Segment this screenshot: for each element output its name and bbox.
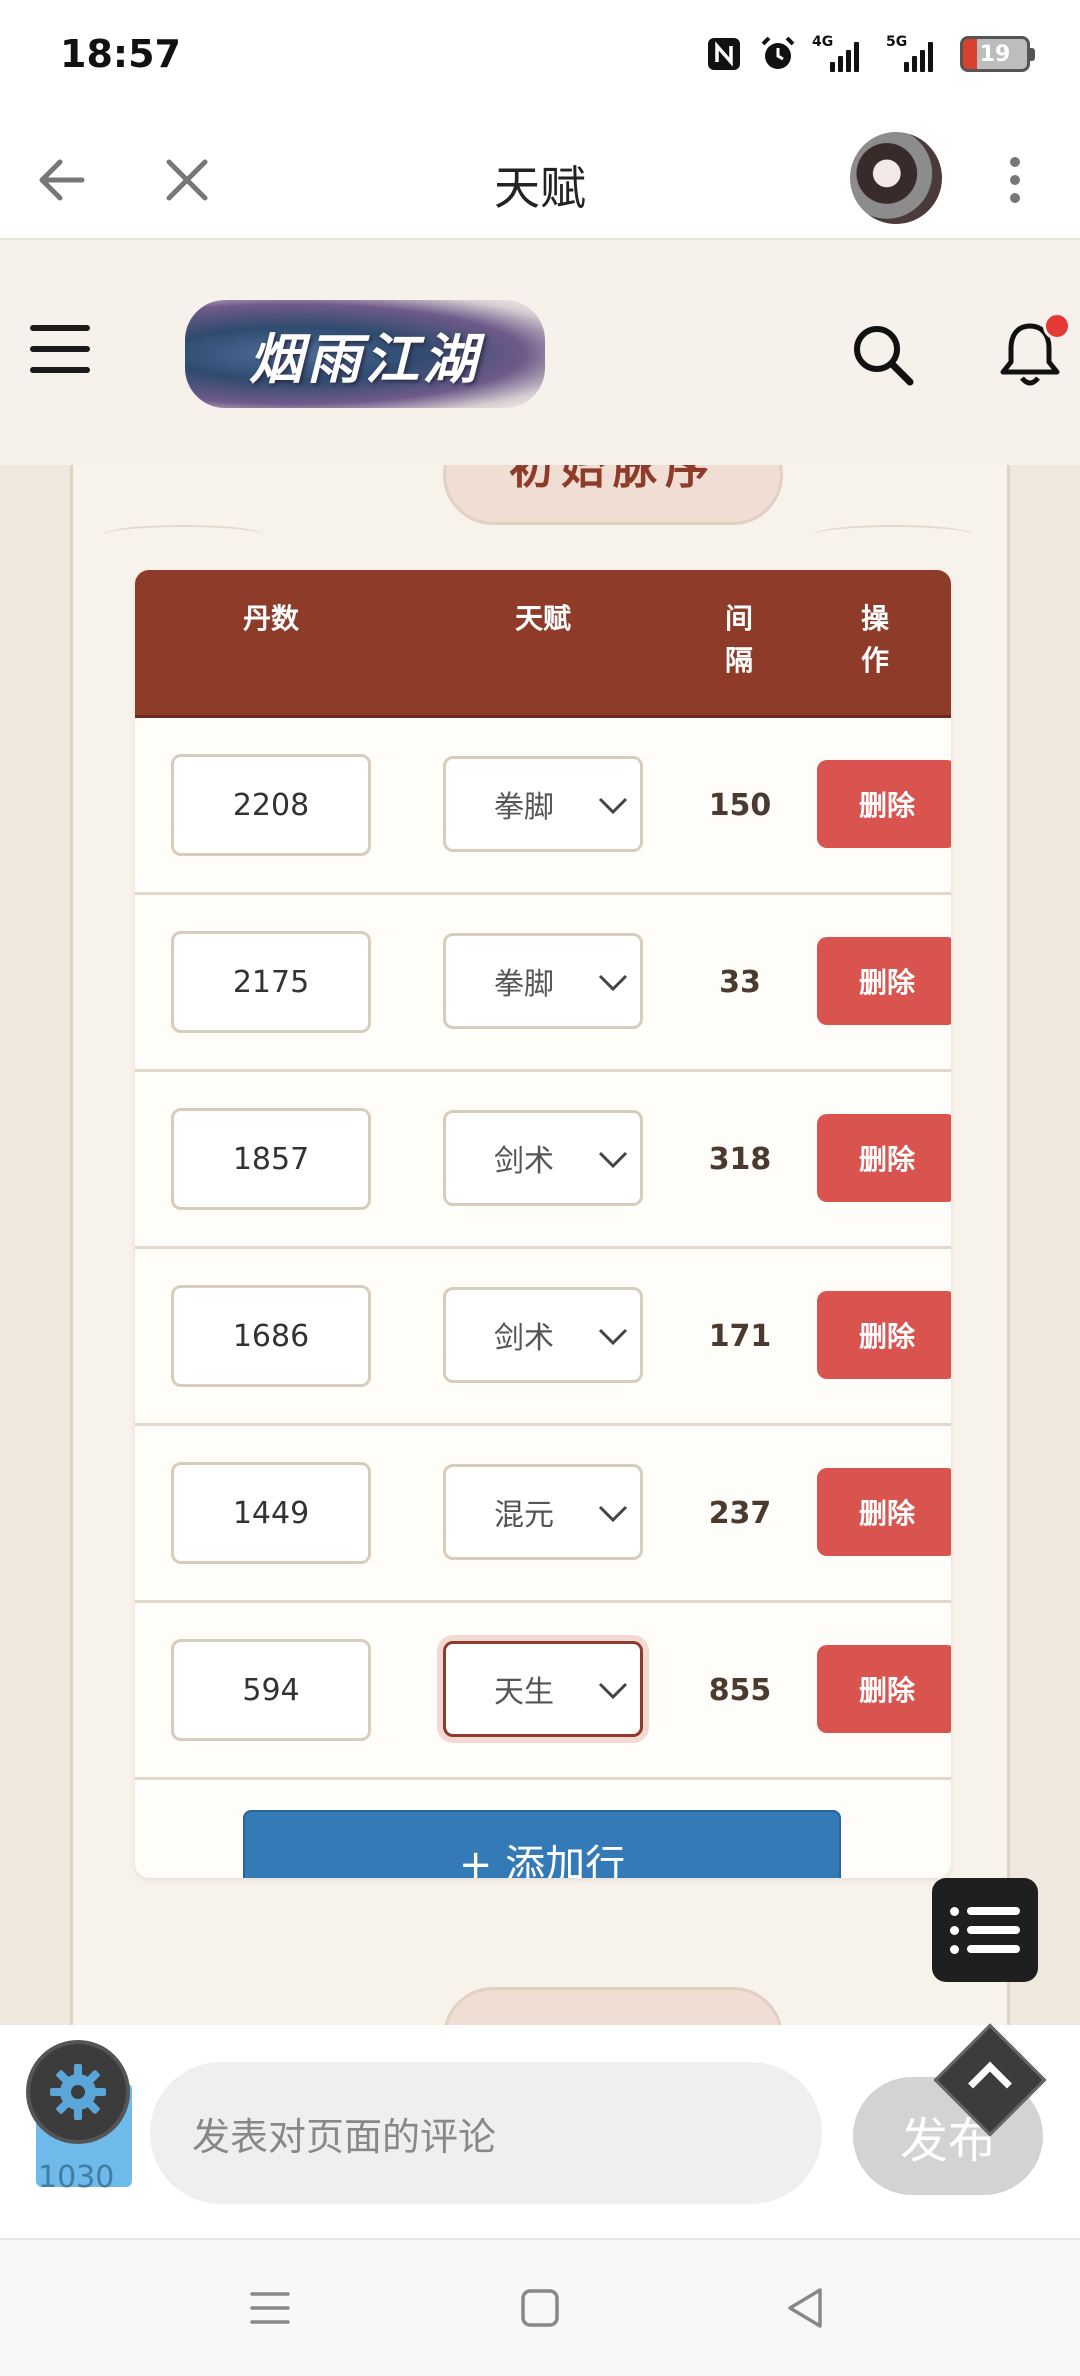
table-row: 1686 剑术 171 删除 [135,1249,951,1426]
talent-select[interactable]: 拳脚 [443,933,643,1029]
table-header: 丹数 天赋 间 隔 操 作 [135,570,951,718]
list-menu-button[interactable] [932,1878,1038,1982]
chevron-down-icon [598,1682,628,1700]
add-row-button[interactable]: + 添加行 [243,1810,841,1878]
dan-input[interactable]: 1686 [171,1285,371,1387]
app-bar: 天赋 [0,118,1080,240]
chevron-down-icon [598,1151,628,1169]
hamburger-menu-icon[interactable] [30,325,90,377]
dan-input[interactable]: 2208 [171,754,371,856]
chevron-down-icon [598,797,628,815]
delete-button[interactable]: 删除 [817,937,951,1025]
section-title-tab: 初始脉序 [443,465,783,525]
status-bar: 18:57 4G 5G 19 [0,0,1080,118]
chevron-down-icon [598,1505,628,1523]
site-logo[interactable]: 烟雨江湖 [185,300,545,408]
talent-value: 天生 [494,1675,554,1710]
delete-button[interactable]: 删除 [817,1114,951,1202]
delete-button[interactable]: 删除 [817,1645,951,1733]
signal-4g-icon: 4G [812,34,872,74]
header-talent: 天赋 [514,602,571,635]
battery-level: 19 [979,41,1011,67]
comment-bar: 1030 发表对页面的评论 发布 [0,2023,1080,2240]
section-card: 初始脉序 丹数 天赋 间 隔 操 作 2208 拳脚 150 删除 2175 拳… [70,465,1010,2025]
signal-5g-icon: 5G [886,34,946,74]
status-icons: 4G 5G 19 [704,34,1035,74]
interval-value: 318 [708,1141,772,1177]
system-nav-bar [0,2240,1080,2376]
more-vertical-icon[interactable] [990,148,1040,212]
main-content: 初始脉序 丹数 天赋 间 隔 操 作 2208 拳脚 150 删除 2175 拳… [0,465,1080,2025]
chevron-down-icon [598,974,628,992]
table-row: 1857 剑术 318 删除 [135,1072,951,1249]
nfc-icon [704,34,744,74]
interval-value: 33 [719,964,761,1000]
header-dan: 丹数 [242,602,299,635]
delete-button[interactable]: 删除 [817,1468,951,1556]
badge-count: 1030 [38,2160,115,2195]
talent-select[interactable]: 剑术 [443,1110,643,1206]
interval-value: 237 [708,1495,772,1531]
decor-line-left [103,525,263,545]
notification-bell-icon[interactable] [995,312,1071,390]
decor-line-right [813,525,973,545]
dan-input[interactable]: 594 [171,1639,371,1741]
talent-value: 剑术 [494,1321,554,1356]
interval-value: 855 [708,1672,772,1708]
status-time: 18:57 [60,32,181,76]
header-action: 操 作 [860,602,889,677]
table-row: 594 天生 855 删除 [135,1603,951,1780]
table-row: 1449 混元 237 删除 [135,1426,951,1603]
dan-input[interactable]: 1449 [171,1462,371,1564]
battery-icon: 19 [960,36,1035,72]
header-interval: 间 隔 [724,602,753,677]
list-icon [950,1906,1020,1916]
interval-value: 150 [708,787,772,823]
chevron-down-icon [598,1328,628,1346]
talent-value: 拳脚 [494,790,554,825]
talent-select[interactable]: 拳脚 [443,756,643,852]
comment-input[interactable]: 发表对页面的评论 [150,2062,822,2204]
logo-text: 烟雨江湖 [249,326,481,391]
notification-dot [1043,312,1071,340]
talent-value: 剑术 [494,1144,554,1179]
search-icon[interactable] [848,320,918,390]
delete-button[interactable]: 删除 [817,1291,951,1379]
table-row: 2175 拳脚 33 删除 [135,895,951,1072]
dan-input[interactable]: 1857 [171,1108,371,1210]
next-section-tab [443,1987,783,2025]
recent-apps-icon[interactable] [240,2278,300,2338]
alarm-icon [758,34,798,74]
site-header: 烟雨江湖 [0,240,1080,465]
delete-button[interactable]: 删除 [817,760,951,848]
back-triangle-icon[interactable] [776,2278,836,2338]
talent-value: 混元 [494,1498,554,1533]
table-row: 2208 拳脚 150 删除 [135,718,951,895]
gear-icon[interactable] [26,2040,130,2144]
interval-value: 171 [708,1318,772,1354]
dan-input[interactable]: 2175 [171,931,371,1033]
section-title: 初始脉序 [509,465,717,494]
home-icon[interactable] [510,2278,570,2338]
talent-select[interactable]: 剑术 [443,1287,643,1383]
talent-select[interactable]: 混元 [443,1464,643,1560]
talent-value: 拳脚 [494,967,554,1002]
talent-table: 丹数 天赋 间 隔 操 作 2208 拳脚 150 删除 2175 拳脚 33 … [135,570,951,1878]
avatar[interactable] [850,132,942,224]
talent-select[interactable]: 天生 [443,1641,643,1737]
page-root: 18:57 4G 5G 19 天赋 烟雨江湖 初始脉序 丹数 天赋 间 隔 操 … [0,0,1080,2376]
